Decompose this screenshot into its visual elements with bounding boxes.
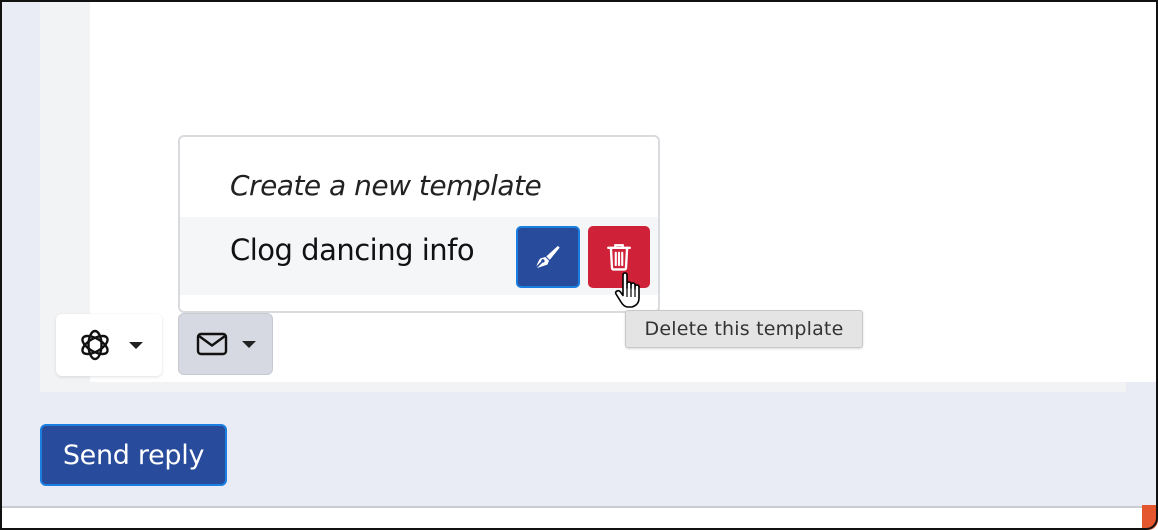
chevron-down-icon bbox=[129, 341, 143, 349]
edit-template-button[interactable] bbox=[516, 226, 580, 288]
delete-tooltip: Delete this template bbox=[625, 310, 863, 348]
pen-nib-icon bbox=[536, 245, 560, 269]
template-item[interactable]: Clog dancing info bbox=[180, 217, 658, 295]
trash-icon bbox=[607, 244, 631, 271]
envelope-icon bbox=[196, 332, 227, 356]
template-dropdown-menu: Create a new template Clog dancing info bbox=[178, 135, 660, 313]
hand-cursor-icon bbox=[614, 272, 640, 308]
send-reply-button[interactable]: Send reply bbox=[40, 424, 227, 486]
window-corner-accent bbox=[1142, 505, 1158, 530]
templates-dropdown-button[interactable] bbox=[178, 313, 273, 375]
openai-icon bbox=[81, 329, 109, 361]
footer-strip bbox=[0, 508, 1158, 530]
create-template-item[interactable]: Create a new template bbox=[180, 153, 658, 217]
ai-assistant-dropdown-button[interactable] bbox=[56, 314, 162, 376]
chevron-down-icon bbox=[241, 340, 256, 348]
template-item-label: Clog dancing info bbox=[230, 233, 475, 267]
